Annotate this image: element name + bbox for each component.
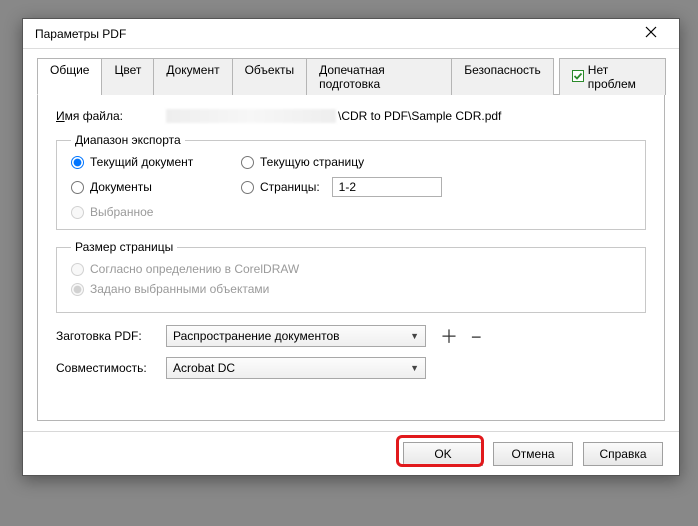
radio-size-coreldraw-input bbox=[71, 263, 84, 276]
help-button[interactable]: Справка bbox=[583, 442, 663, 466]
compat-select[interactable]: Acrobat DC ▼ bbox=[166, 357, 426, 379]
preset-label: Заготовка PDF: bbox=[56, 329, 166, 343]
tab-panel-general: Имя файла: \CDR to PDF\Sample CDR.pdf Ди… bbox=[37, 95, 665, 421]
tab-status[interactable]: Нет проблем bbox=[559, 58, 666, 95]
compat-label: Совместимость: bbox=[56, 361, 166, 375]
preset-select[interactable]: Распространение документов ▼ bbox=[166, 325, 426, 347]
radio-pages-row: Страницы: bbox=[241, 177, 631, 197]
page-size-group: Размер страницы Согласно определению в C… bbox=[56, 240, 646, 313]
filename-value: \CDR to PDF\Sample CDR.pdf bbox=[166, 109, 646, 123]
pdf-settings-dialog: Параметры PDF Общие Цвет Документ Объект… bbox=[22, 18, 680, 476]
chevron-down-icon: ▼ bbox=[410, 363, 419, 373]
check-icon bbox=[572, 70, 584, 85]
radio-selection: Выбранное bbox=[71, 205, 241, 219]
compat-value: Acrobat DC bbox=[173, 361, 235, 375]
tab-document[interactable]: Документ bbox=[153, 58, 232, 95]
radio-size-coreldraw: Согласно определению в CorelDRAW bbox=[71, 262, 631, 276]
button-bar: OK Отмена Справка bbox=[23, 431, 679, 475]
radio-documents-input[interactable] bbox=[71, 181, 84, 194]
tab-prepress[interactable]: Допечатная подготовка bbox=[306, 58, 452, 95]
filename-label: Имя файла: bbox=[56, 109, 166, 123]
page-size-legend: Размер страницы bbox=[71, 240, 177, 254]
content-area: Общие Цвет Документ Объекты Допечатная п… bbox=[23, 49, 679, 431]
radio-current-doc-input[interactable] bbox=[71, 156, 84, 169]
filename-suffix: \CDR to PDF\Sample CDR.pdf bbox=[338, 109, 501, 123]
radio-size-objects-input bbox=[71, 283, 84, 296]
tab-status-label: Нет проблем bbox=[588, 63, 653, 91]
ok-button[interactable]: OK bbox=[403, 442, 483, 466]
preset-row: Заготовка PDF: Распространение документо… bbox=[56, 323, 646, 349]
radio-current-doc[interactable]: Текущий документ bbox=[71, 155, 241, 169]
tab-objects[interactable]: Объекты bbox=[232, 58, 308, 95]
close-button[interactable] bbox=[631, 20, 671, 48]
radio-size-objects: Задано выбранными объектами bbox=[71, 282, 631, 296]
radio-selection-input bbox=[71, 206, 84, 219]
export-range-legend: Диапазон экспорта bbox=[71, 133, 185, 147]
tab-strip: Общие Цвет Документ Объекты Допечатная п… bbox=[37, 57, 665, 95]
close-icon bbox=[645, 25, 657, 43]
radio-current-page[interactable]: Текущую страницу bbox=[241, 155, 631, 169]
tab-general[interactable]: Общие bbox=[37, 58, 102, 95]
tab-color[interactable]: Цвет bbox=[101, 58, 154, 95]
titlebar: Параметры PDF bbox=[23, 19, 679, 49]
radio-pages-input[interactable] bbox=[241, 181, 254, 194]
radio-documents[interactable]: Документы bbox=[71, 180, 241, 194]
preset-value: Распространение документов bbox=[173, 329, 340, 343]
cancel-button[interactable]: Отмена bbox=[493, 442, 573, 466]
tab-security[interactable]: Безопасность bbox=[451, 58, 554, 95]
pages-input[interactable] bbox=[332, 177, 442, 197]
radio-pages[interactable]: Страницы: bbox=[241, 180, 320, 194]
window-title: Параметры PDF bbox=[35, 27, 631, 41]
compat-row: Совместимость: Acrobat DC ▼ bbox=[56, 357, 646, 379]
preset-add-remove[interactable]: ＋ − bbox=[440, 323, 486, 349]
filename-row: Имя файла: \CDR to PDF\Sample CDR.pdf bbox=[56, 109, 646, 123]
filename-redacted bbox=[166, 109, 336, 123]
export-range-group: Диапазон экспорта Текущий документ Текущ… bbox=[56, 133, 646, 230]
chevron-down-icon: ▼ bbox=[410, 331, 419, 341]
radio-current-page-input[interactable] bbox=[241, 156, 254, 169]
